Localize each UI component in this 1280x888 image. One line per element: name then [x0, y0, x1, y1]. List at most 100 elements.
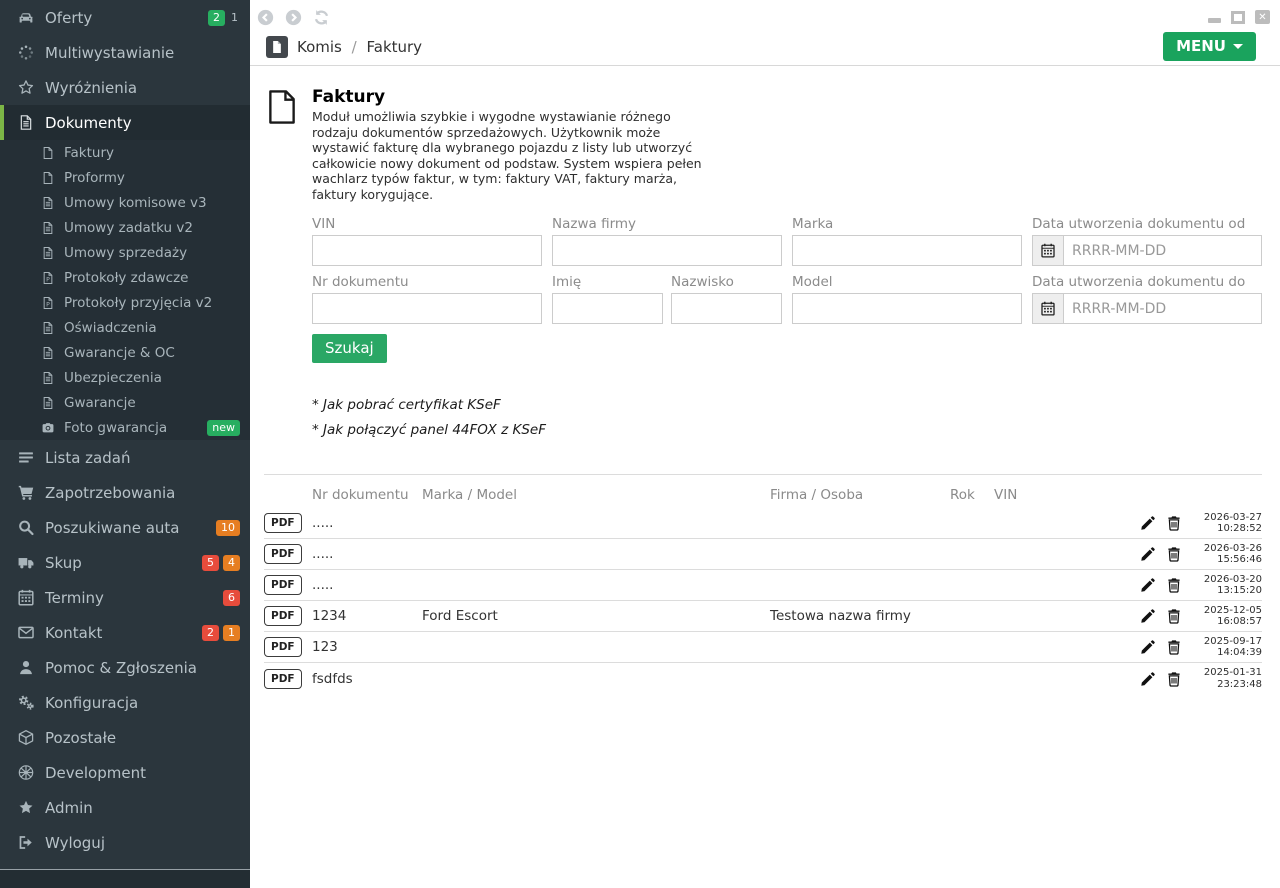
cell-actions: [1122, 608, 1182, 624]
sidebar-item-oswiadczenia[interactable]: Oświadczenia: [0, 315, 250, 340]
sidebar-item-umowy-komisowe-v3[interactable]: Umowy komisowe v3: [0, 190, 250, 215]
breadcrumb-section[interactable]: Komis: [297, 38, 342, 56]
cell-nr-dokumentu: 1234: [312, 608, 422, 624]
created-date: 2025-09-17: [1182, 636, 1262, 648]
nr-dokumentu-input[interactable]: [312, 293, 542, 324]
sidebar-item-wyroznienia[interactable]: Wyróżnienia: [0, 70, 250, 105]
pdf-button[interactable]: PDF: [264, 575, 302, 595]
breadcrumb: Komis / Faktury: [297, 38, 422, 56]
data-od-label: Data utworzenia dokumentu od: [1032, 216, 1262, 232]
cube-icon: [17, 729, 35, 746]
truck-icon: [17, 554, 35, 571]
sidebar-item-umowy-zadatku-v2[interactable]: Umowy zadatku v2: [0, 215, 250, 240]
forward-icon[interactable]: [285, 9, 302, 26]
sidebar-item-protokoly-przyjecia-v2[interactable]: PProtokoły przyjęcia v2: [0, 290, 250, 315]
file-lines-icon: [41, 196, 55, 210]
sidebar-item-oferty[interactable]: Oferty21: [0, 0, 250, 35]
delete-icon[interactable]: [1166, 608, 1182, 624]
sidebar-item-label: Umowy zadatku v2: [64, 220, 193, 236]
back-icon[interactable]: [257, 9, 274, 26]
file-p-icon: P: [41, 271, 55, 285]
sidebar-item-ubezpieczenia[interactable]: Ubezpieczenia: [0, 365, 250, 390]
pdf-button[interactable]: PDF: [264, 669, 302, 689]
col-header-marka-model: Marka / Model: [422, 487, 770, 503]
edit-icon[interactable]: [1140, 608, 1156, 624]
delete-icon[interactable]: [1166, 671, 1182, 687]
sidebar-item-zapotrzebowania[interactable]: Zapotrzebowania: [0, 475, 250, 510]
sidebar-item-pozostale[interactable]: Pozostałe: [0, 720, 250, 755]
car-icon: [17, 9, 35, 26]
cell-nr-dokumentu: .....: [312, 546, 422, 562]
sidebar-item-pomoc-zgloszenia[interactable]: Pomoc & Zgłoszenia: [0, 650, 250, 685]
edit-icon[interactable]: [1140, 577, 1156, 593]
sidebar-item-lista-zadan[interactable]: Lista zadań: [0, 440, 250, 475]
sidebar-item-label: Oferty: [45, 9, 92, 27]
minimize-icon[interactable]: [1208, 18, 1221, 23]
pdf-button[interactable]: PDF: [264, 513, 302, 533]
sidebar-item-poszukiwane-auta[interactable]: Poszukiwane auta10: [0, 510, 250, 545]
sidebar-item-skup[interactable]: Skup54: [0, 545, 250, 580]
delete-icon[interactable]: [1166, 515, 1182, 531]
calendar-icon[interactable]: [1032, 235, 1063, 266]
ksef-certificate-link[interactable]: * Jak pobrać certyfikat KSeF: [312, 397, 501, 413]
breadcrumb-separator: /: [352, 38, 357, 56]
window-controls: ✕: [1208, 10, 1270, 24]
sidebar-item-label: Konfiguracja: [45, 694, 138, 712]
sidebar-item-development[interactable]: Development: [0, 755, 250, 790]
delete-icon[interactable]: [1166, 639, 1182, 655]
pdf-button[interactable]: PDF: [264, 637, 302, 657]
nazwisko-input[interactable]: [671, 293, 782, 324]
sidebar-item-gwarancje-oc[interactable]: Gwarancje & OC: [0, 340, 250, 365]
pdf-button[interactable]: PDF: [264, 544, 302, 564]
sidebar-item-multiwystawianie[interactable]: Multiwystawianie: [0, 35, 250, 70]
sidebar-item-gwarancje[interactable]: Gwarancje: [0, 390, 250, 415]
sidebar-item-label: Proformy: [64, 170, 125, 186]
sidebar-item-konfiguracja[interactable]: Konfiguracja: [0, 685, 250, 720]
sidebar-item-dokumenty[interactable]: Dokumenty: [0, 105, 250, 140]
star-outline-icon: [17, 79, 35, 96]
maximize-icon[interactable]: [1231, 11, 1245, 24]
sidebar-item-kontakt[interactable]: Kontakt21: [0, 615, 250, 650]
refresh-icon[interactable]: [313, 9, 330, 26]
nazwa-firmy-input[interactable]: [552, 235, 782, 266]
sidebar-item-label: Umowy komisowe v3: [64, 195, 207, 211]
table-row: PDF.....2026-03-2013:15:20: [264, 570, 1262, 601]
star-icon: [17, 799, 35, 816]
signout-icon: [17, 834, 35, 851]
edit-icon[interactable]: [1140, 671, 1156, 687]
edit-icon[interactable]: [1140, 546, 1156, 562]
sidebar-item-umowy-sprzedazy[interactable]: Umowy sprzedaży: [0, 240, 250, 265]
ksef-connect-link[interactable]: * Jak połączyć panel 44FOX z KSeF: [312, 422, 546, 438]
sidebar-item-proformy[interactable]: Proformy: [0, 165, 250, 190]
sidebar-item-admin[interactable]: Admin: [0, 790, 250, 825]
edit-icon[interactable]: [1140, 639, 1156, 655]
data-od-input[interactable]: [1063, 235, 1262, 266]
delete-icon[interactable]: [1166, 577, 1182, 593]
vin-input[interactable]: [312, 235, 542, 266]
sidebar-item-terminy[interactable]: Terminy6: [0, 580, 250, 615]
menu-button[interactable]: MENU: [1163, 32, 1256, 61]
cell-created-at: 2025-01-3123:23:48: [1182, 667, 1262, 690]
search-button[interactable]: Szukaj: [312, 334, 387, 363]
close-icon[interactable]: ✕: [1255, 10, 1270, 24]
marka-input[interactable]: [792, 235, 1022, 266]
calendar-icon[interactable]: [1032, 293, 1063, 324]
table-row: PDFfsdfds2025-01-3123:23:48: [264, 663, 1262, 694]
edit-icon[interactable]: [1140, 515, 1156, 531]
sidebar-item-wyloguj[interactable]: Wyloguj: [0, 825, 250, 860]
delete-icon[interactable]: [1166, 546, 1182, 562]
cell-pdf: PDF: [264, 575, 312, 595]
cell-pdf: PDF: [264, 669, 312, 689]
model-input[interactable]: [792, 293, 1022, 324]
cell-pdf: PDF: [264, 637, 312, 657]
sidebar-item-foto-gwarancja[interactable]: Foto gwarancjanew: [0, 415, 250, 440]
gears-icon: [17, 694, 35, 711]
data-do-input[interactable]: [1063, 293, 1262, 324]
imie-input[interactable]: [552, 293, 663, 324]
sidebar-item-label: Faktury: [64, 145, 114, 161]
sidebar-item-faktury[interactable]: Faktury: [0, 140, 250, 165]
sidebar-item-protokoly-zdawcze[interactable]: PProtokoły zdawcze: [0, 265, 250, 290]
sidebar-item-label: Lista zadań: [45, 449, 130, 467]
pdf-button[interactable]: PDF: [264, 606, 302, 626]
badge-orange: 1: [223, 625, 240, 641]
